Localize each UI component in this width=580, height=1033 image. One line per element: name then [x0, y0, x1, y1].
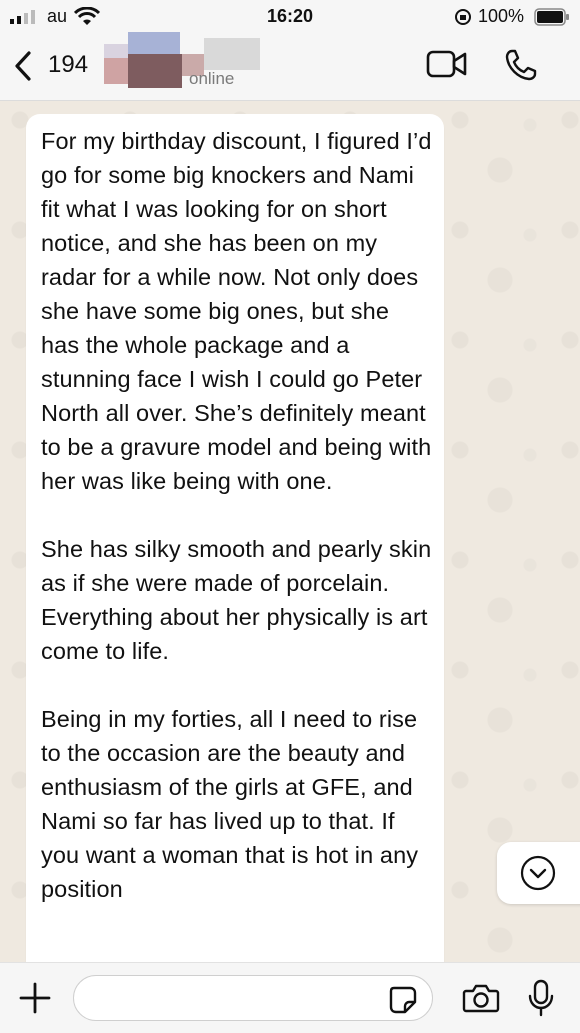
message-paragraph: For my birthday discount, I figured I’d … [41, 128, 432, 494]
message-paragraph: Being in my forties, all I need to rise … [41, 706, 419, 902]
message-paragraph: She has silky smooth and pearly skin as … [41, 536, 432, 664]
phone-icon[interactable] [504, 48, 538, 82]
status-bar: au 16:20 100% [0, 0, 580, 32]
avatar[interactable] [104, 32, 264, 88]
plus-icon[interactable] [18, 981, 52, 1015]
camera-icon[interactable] [462, 983, 500, 1013]
chevron-down-icon [520, 855, 556, 891]
contact-status: online [189, 69, 235, 88]
chevron-left-icon[interactable] [12, 50, 34, 82]
contact-number[interactable]: 194 [48, 51, 88, 79]
message-input[interactable] [73, 975, 433, 1021]
sticker-icon[interactable] [388, 985, 418, 1015]
battery-percent: 100% [478, 6, 525, 26]
orientation-lock-icon [455, 9, 471, 25]
composer-bar [0, 962, 580, 1033]
video-camera-icon[interactable] [426, 49, 468, 79]
scroll-to-bottom-button[interactable] [497, 842, 580, 904]
chat-header: 194 online [0, 32, 580, 101]
battery-icon [534, 8, 569, 26]
message-bubble[interactable]: For my birthday discount, I figured I’d … [26, 114, 444, 1014]
microphone-icon[interactable] [528, 979, 554, 1017]
